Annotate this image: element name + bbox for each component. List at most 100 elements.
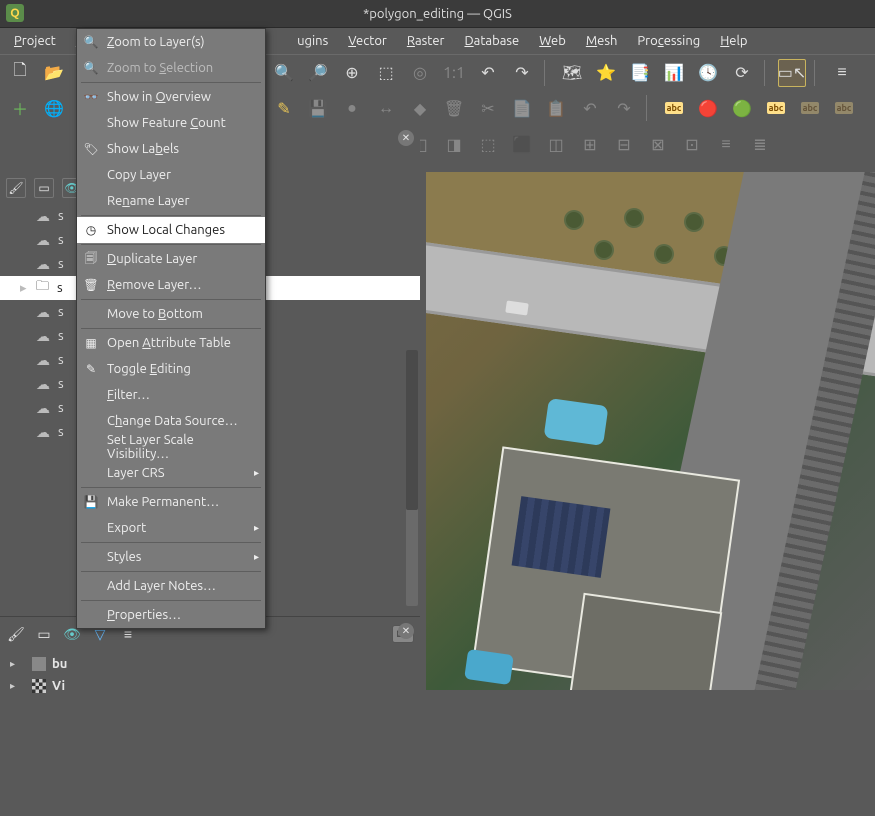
new-project-button[interactable]: 🗋 <box>6 59 34 87</box>
menu-add-layer-notes[interactable]: Add Layer Notes… <box>77 573 265 599</box>
digitize-tool-11[interactable]: ⊟ <box>610 130 638 158</box>
layer-style-button[interactable]: 🖌 <box>6 178 26 198</box>
add-feature-button[interactable]: ● <box>338 94 366 122</box>
menu-duplicate-layer[interactable]: 🗐Duplicate Layer <box>77 246 265 272</box>
digitize-tool-8[interactable]: ⬛ <box>508 130 536 158</box>
digitize-tool-12[interactable]: ⊠ <box>644 130 672 158</box>
menu-show-local-changes[interactable]: ◷Show Local Changes <box>77 217 265 243</box>
zoom-selection-button[interactable]: ⬚ <box>372 59 400 87</box>
label-tool-2[interactable]: 🔴 <box>694 94 722 122</box>
menu-change-data-source[interactable]: Change Data Source… <box>77 408 265 434</box>
label-tool-1[interactable]: abc <box>660 94 688 122</box>
menu-toggle-editing[interactable]: ✎Toggle Editing <box>77 356 265 382</box>
reload-button[interactable]: ⟳ <box>728 59 756 87</box>
bookmarks-button[interactable]: 📑 <box>626 59 654 87</box>
browser-add-button[interactable]: ▭ <box>34 624 54 644</box>
open-project-button[interactable]: 📂 <box>40 59 68 87</box>
expand-arrow-icon[interactable]: ▸ <box>10 658 20 670</box>
menu-mesh[interactable]: Mesh <box>578 32 626 50</box>
label-tool-4[interactable]: abc <box>762 94 790 122</box>
label-tool-5[interactable]: abc <box>796 94 824 122</box>
zoom-native-button[interactable]: 1:1 <box>440 59 468 87</box>
cloud-icon: ☁ <box>36 424 50 441</box>
browser-panel-close-button[interactable]: ✕ <box>398 623 414 639</box>
submenu-arrow-icon: ▸ <box>254 551 259 563</box>
zoom-layer-button[interactable]: ◎ <box>406 59 434 87</box>
menu-properties[interactable]: Properties… <box>77 602 265 628</box>
label-icon: 🏷 <box>83 142 99 156</box>
digitize-tool-10[interactable]: ⊞ <box>576 130 604 158</box>
layers-scrollbar[interactable] <box>406 350 418 606</box>
menu-processing[interactable]: Processing <box>629 32 708 50</box>
menu-layer-crs[interactable]: Layer CRS▸ <box>77 460 265 486</box>
digitize-tool-7[interactable]: ⬚ <box>474 130 502 158</box>
menu-move-to-bottom[interactable]: Move to Bottom <box>77 301 265 327</box>
zoom-last-button[interactable]: ↶ <box>474 59 502 87</box>
menu-show-in-overview[interactable]: 👓Show in Overview <box>77 84 265 110</box>
zoom-in-button[interactable]: 🔍 <box>270 59 298 87</box>
temporal-button[interactable]: 📊 <box>660 59 688 87</box>
layers-panel-close-button[interactable]: ✕ <box>398 130 414 146</box>
menu-database[interactable]: Database <box>456 32 527 50</box>
add-raster-layer-button[interactable]: 🌐 <box>40 94 68 122</box>
browser-row[interactable]: ▸Vi <box>0 675 420 697</box>
menu-remove-layer[interactable]: 🗑Remove Layer… <box>77 272 265 298</box>
menu-export[interactable]: Export▸ <box>77 515 265 541</box>
move-feature-button[interactable]: ↔ <box>372 94 400 122</box>
menu-web[interactable]: Web <box>531 32 574 50</box>
zoom-full-button[interactable]: ⊕ <box>338 59 366 87</box>
menu-project[interactable]: Project <box>6 32 64 50</box>
browser-refresh-button[interactable]: 🖌 <box>6 624 26 644</box>
delete-selected-button[interactable]: 🗑 <box>440 94 468 122</box>
select-features-button[interactable]: ▭↖ <box>778 59 806 87</box>
new-map-button[interactable]: 🗺 <box>558 59 586 87</box>
layer-add-group-button[interactable]: ▭ <box>34 178 54 198</box>
menu-vector[interactable]: Vector <box>340 32 395 50</box>
save-icon: 💾 <box>83 495 99 509</box>
zoom-out-button[interactable]: 🔎 <box>304 59 332 87</box>
label-tool-6[interactable]: abc <box>830 94 858 122</box>
browser-row[interactable]: ▸bu <box>0 653 420 675</box>
copy-features-button[interactable]: 📄 <box>508 94 536 122</box>
more-tools-button[interactable]: ≡ <box>828 59 856 87</box>
new-bookmark-button[interactable]: ⭐ <box>592 59 620 87</box>
save-edits-button[interactable]: 💾 <box>304 94 332 122</box>
expand-arrow-icon[interactable]: ▸ <box>10 680 20 692</box>
menu-show-labels[interactable]: 🏷Show Labels <box>77 136 265 162</box>
menu-zoom-to-layers[interactable]: 🔍Zoom to Layer(s) <box>77 29 265 55</box>
menu-make-permanent[interactable]: 💾Make Permanent… <box>77 489 265 515</box>
menu-filter[interactable]: Filter… <box>77 382 265 408</box>
menu-set-layer-scale-visibility[interactable]: Set Layer Scale Visibility… <box>77 434 265 460</box>
digitize-tool-9[interactable]: ◫ <box>542 130 570 158</box>
digitize-tool-14[interactable]: ≡ <box>712 130 740 158</box>
map-canvas[interactable] <box>426 172 875 690</box>
cloud-icon: ☁ <box>36 352 50 369</box>
expand-arrow-icon[interactable]: ▸ <box>20 281 27 296</box>
zoom-next-button[interactable]: ↷ <box>508 59 536 87</box>
table-icon: ▦ <box>83 336 99 350</box>
node-tool-button[interactable]: ◆ <box>406 94 434 122</box>
cut-features-button[interactable]: ✂ <box>474 94 502 122</box>
add-vector-layer-button[interactable]: ＋ <box>6 94 34 122</box>
scrollbar-thumb[interactable] <box>406 350 418 510</box>
toggle-editing-button[interactable]: ✎ <box>270 94 298 122</box>
window-titlebar: *polygon_editing — QGIS <box>0 0 875 28</box>
redo-button[interactable]: ↷ <box>610 94 638 122</box>
menu-rename-layer[interactable]: Rename Layer <box>77 188 265 214</box>
menu-open-attribute-table[interactable]: ▦Open Attribute Table <box>77 330 265 356</box>
refresh-button[interactable]: 🕓 <box>694 59 722 87</box>
menu-raster[interactable]: Raster <box>399 32 453 50</box>
browser-list[interactable]: ▸bu ▸Vi <box>0 649 420 701</box>
digitize-tool-15[interactable]: ≣ <box>746 130 774 158</box>
digitize-tool-13[interactable]: ⊡ <box>678 130 706 158</box>
digitize-tool-6[interactable]: ◨ <box>440 130 468 158</box>
menu-styles[interactable]: Styles▸ <box>77 544 265 570</box>
menu-copy-layer[interactable]: Copy Layer <box>77 162 265 188</box>
label-tool-3[interactable]: 🟢 <box>728 94 756 122</box>
menu-show-feature-count[interactable]: Show Feature Count <box>77 110 265 136</box>
paste-features-button[interactable]: 📋 <box>542 94 570 122</box>
menu-help[interactable]: Help <box>712 32 755 50</box>
menu-plugins-partial[interactable]: ugins <box>289 32 336 50</box>
undo-button[interactable]: ↶ <box>576 94 604 122</box>
cloud-icon: ☁ <box>36 304 50 321</box>
